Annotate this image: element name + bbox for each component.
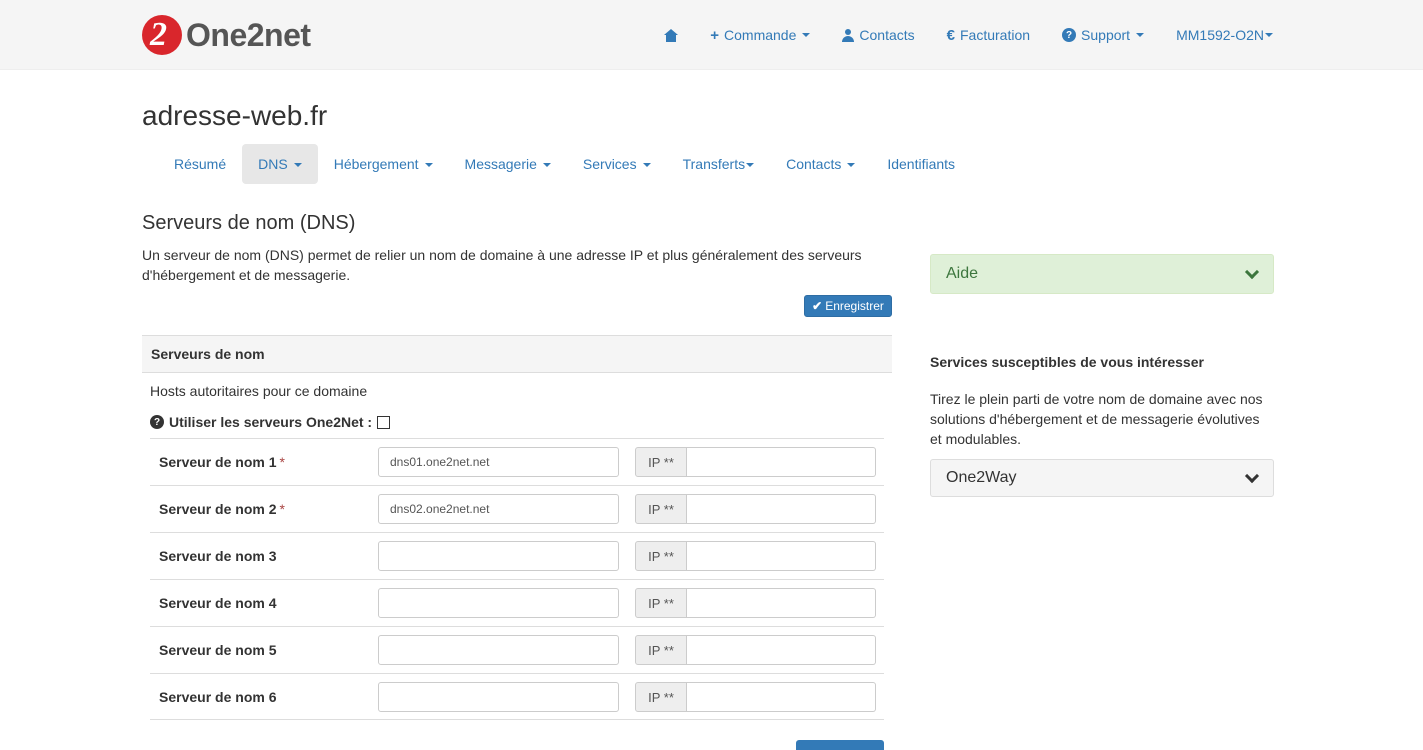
domain-title: adresse-web.fr [142,100,328,131]
caret-down-icon [293,163,302,168]
nameserver-label: Serveur de nom 4 [159,595,277,611]
tab-messagerie[interactable]: Messagerie [449,144,567,184]
caret-down-icon [802,33,811,37]
panel-heading: Serveurs de nom [142,335,892,373]
caret-down-icon [642,163,651,168]
ip-input-group: IP ** [635,494,876,524]
nav-contacts-label: Contacts [859,27,915,43]
help-question-icon[interactable]: ? [150,415,164,429]
one2way-label: One2Way [946,469,1017,486]
ip-input-group: IP ** [635,588,876,618]
top-navbar: 2 One2net + Commande Contacts € Facturat… [0,0,1423,70]
nav-account[interactable]: MM1592-O2N [1176,27,1273,43]
nav-commande-label: Commande [724,27,797,43]
nav-facturation-label: Facturation [959,27,1031,43]
ip-input[interactable] [687,447,876,477]
nameserver-row: Serveur de nom 2* IP ** [150,485,884,532]
tab-contacts[interactable]: Contacts [770,144,871,184]
nav-support[interactable]: ? Support [1062,27,1145,43]
ip-input[interactable] [687,588,876,618]
help-panel-toggle[interactable]: Aide [930,254,1274,294]
nameserver-table: Serveur de nom 1* IP ** Serveur de nom 2* I… [150,438,884,720]
save-button-label: Enregistrer [825,299,884,313]
tab-hebergement[interactable]: Hébergement [318,144,449,184]
section-title: Serveurs de nom (DNS) [142,212,356,234]
top-nav: + Commande Contacts € Facturation ? Supp… [632,0,1273,70]
ip-input-group: IP ** [635,541,876,571]
nameserver-row: Serveur de nom 1* IP ** [150,438,884,485]
nameserver-input[interactable] [378,682,619,712]
use-one2net-checkbox[interactable] [377,415,391,429]
nameserver-label: Serveur de nom 5 [159,642,277,658]
caret-down-icon [746,163,755,168]
brand-name: One2net [186,16,311,53]
nav-support-label: Support [1081,27,1131,43]
euro-icon: € [946,26,955,44]
bottom-save-button[interactable] [796,740,884,750]
caret-down-icon [542,163,551,168]
hosts-label: Hosts autoritaires pour ce domaine [150,383,368,399]
nav-contacts[interactable]: Contacts [842,27,915,43]
caret-down-icon [424,163,433,168]
chevron-down-icon [1244,468,1260,483]
question-icon: ? [1062,28,1077,42]
ip-addon-label: IP ** [635,541,687,571]
tab-services[interactable]: Services [567,144,667,184]
tab-identifiants[interactable]: Identifiants [871,144,971,184]
save-button[interactable]: ✔ Enregistrer [804,295,892,317]
required-mark: * [279,454,285,470]
required-mark: * [279,501,285,517]
tab-dns[interactable]: DNS [242,144,318,184]
services-text: Tirez le plein parti de votre nom de dom… [930,391,1263,447]
ip-addon-label: IP ** [635,682,687,712]
ip-input[interactable] [687,635,876,665]
use-one2net-label: Utiliser les serveurs One2Net : [169,414,373,430]
nav-home[interactable] [664,28,679,42]
ip-addon-label: IP ** [635,635,687,665]
nameserver-label: Serveur de nom 1 * [159,454,285,470]
chevron-down-icon [1244,264,1260,279]
help-panel-label: Aide [946,265,979,282]
nameserver-row: Serveur de nom 5 IP ** [150,626,884,673]
ip-input-group: IP ** [635,447,876,477]
nameserver-input[interactable] [378,447,619,477]
user-icon [842,28,855,42]
tab-transferts[interactable]: Transferts [667,144,771,184]
ip-input-group: IP ** [635,635,876,665]
section-intro: Un serveur de nom (DNS) permet de relier… [142,247,862,283]
nav-facturation[interactable]: € Facturation [947,27,1030,44]
one2way-panel-toggle[interactable]: One2Way [930,459,1274,497]
brand-logo[interactable]: 2 One2net [142,15,311,55]
nameserver-row: Serveur de nom 4 IP ** [150,579,884,626]
ip-addon-label: IP ** [635,447,687,477]
nameserver-row: Serveur de nom 3 IP ** [150,532,884,579]
ip-input[interactable] [687,494,876,524]
nameserver-input[interactable] [378,541,619,571]
caret-down-icon [847,163,856,168]
plus-icon: + [710,26,720,44]
nameserver-input[interactable] [378,588,619,618]
ip-input[interactable] [687,541,876,571]
nameserver-label: Serveur de nom 6 [159,689,277,705]
nav-account-label: MM1592-O2N [1176,27,1264,43]
ip-input-group: IP ** [635,682,876,712]
logo-mark: 2 [142,15,182,55]
use-one2net-row: ? Utiliser les serveurs One2Net : [150,414,391,430]
check-icon: ✔ [812,299,823,313]
nameserver-row: Serveur de nom 6 IP ** [150,673,884,720]
nav-commande[interactable]: + Commande [710,26,811,44]
nameserver-label: Serveur de nom 2 * [159,501,285,517]
domain-tabs: Résumé DNS Hébergement Messagerie Servic… [158,144,971,184]
nameserver-input[interactable] [378,635,619,665]
ip-input[interactable] [687,682,876,712]
services-title: Services susceptibles de vous intéresser [930,354,1204,370]
tab-resume[interactable]: Résumé [158,144,242,184]
ip-addon-label: IP ** [635,494,687,524]
ip-addon-label: IP ** [635,588,687,618]
nameserver-input[interactable] [378,494,619,524]
caret-down-icon [1265,33,1273,37]
home-icon [664,28,679,42]
nameserver-label: Serveur de nom 3 [159,548,277,564]
caret-down-icon [1136,33,1145,37]
